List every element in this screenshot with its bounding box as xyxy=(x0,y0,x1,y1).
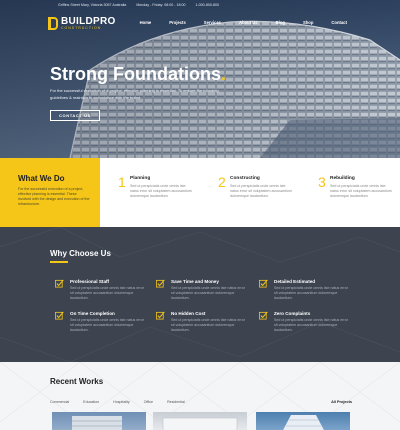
feature-text: Sed ut perspiciatis unde omnis iste natu… xyxy=(70,286,144,300)
brand-logo[interactable]: BUILDPRO CONSTRUCTION xyxy=(48,17,116,31)
contact-us-button[interactable]: CONTACT US xyxy=(50,110,100,121)
nav-projects[interactable]: Projects xyxy=(160,20,195,25)
hero-section: Griffins Street Mary, Victoria 3057 Aust… xyxy=(0,0,400,158)
project-thumbnail[interactable] xyxy=(256,412,350,430)
hero-description: For the successful execution of a projec… xyxy=(50,88,219,100)
feature-text: Sed ut perspiciatis unde omnis iste natu… xyxy=(274,318,348,332)
title-underline xyxy=(50,261,68,263)
why-choose-us-section: Why Choose Us Professional Staff Sed ut … xyxy=(0,227,400,362)
logo-icon xyxy=(48,17,58,31)
checkbox-icon xyxy=(55,279,64,288)
feature-text: Sed ut perspiciatis unde omnis iste natu… xyxy=(171,318,245,332)
hero-title-text: Strong Foundations xyxy=(50,64,221,84)
filter-office[interactable]: Office xyxy=(144,400,167,404)
project-image xyxy=(283,415,324,430)
filter-hospitality[interactable]: Hospitality xyxy=(113,400,144,404)
feature-text: Sed ut perspiciatis unde omnis iste natu… xyxy=(274,286,348,300)
recent-works-section: Recent Works Commercial Education Hospit… xyxy=(0,362,400,430)
what-we-do-title: What We Do xyxy=(18,174,65,183)
checkbox-icon xyxy=(156,311,165,320)
feature-title: Detailed Estimated xyxy=(274,279,316,284)
nav-about-us[interactable]: About Us xyxy=(230,20,267,25)
what-we-do-section: What We Do For the successful execution … xyxy=(0,158,400,227)
what-we-do-text: For the successful execution of a projec… xyxy=(18,187,90,206)
step-text: Sed ut perspiciatis unde omnis iste natu… xyxy=(130,184,192,198)
brand-tagline: CONSTRUCTION xyxy=(61,26,102,30)
feature-title: Zero Complaints xyxy=(274,311,311,316)
step-title: Rebuilding xyxy=(330,176,355,181)
checkbox-icon xyxy=(55,311,64,320)
step-title: Constructing xyxy=(230,176,260,181)
step-title: Planning xyxy=(130,176,151,181)
feature-title: No Hidden Cost xyxy=(171,311,206,316)
project-filters: Commercial Education Hospitality Office … xyxy=(50,400,199,404)
project-thumbnail[interactable] xyxy=(153,412,247,430)
project-thumbnail[interactable] xyxy=(52,412,146,430)
hours-text: Monday - Friday: 08:00 - 18:00 xyxy=(136,3,186,7)
step-text: Sed ut perspiciatis unde omnis iste natu… xyxy=(330,184,392,198)
project-image xyxy=(72,416,122,430)
step-number: 3 xyxy=(318,174,326,190)
nav-contact[interactable]: Contact xyxy=(322,20,356,25)
contact-bar: Griffins Street Mary, Victoria 3057 Aust… xyxy=(58,3,219,7)
why-choose-us-title: Why Choose Us xyxy=(50,249,111,258)
filter-education[interactable]: Education xyxy=(83,400,113,404)
recent-works-title: Recent Works xyxy=(50,377,104,386)
step-number: 1 xyxy=(118,174,126,190)
feature-title: Professional Staff xyxy=(70,279,110,284)
checkbox-icon xyxy=(156,279,165,288)
main-nav: Home Projects Services About Us Blog Sho… xyxy=(131,20,356,25)
nav-blog[interactable]: Blog xyxy=(267,20,294,25)
step-number: 2 xyxy=(218,174,226,190)
feature-title: On Time Completion xyxy=(70,311,115,316)
filter-commercial[interactable]: Commercial xyxy=(50,400,83,404)
hero-title: Strong Foundations. xyxy=(50,64,226,85)
nav-home[interactable]: Home xyxy=(131,20,161,25)
nav-services[interactable]: Services xyxy=(195,20,230,25)
filter-residential[interactable]: Residential xyxy=(167,400,199,404)
checkbox-icon xyxy=(259,279,268,288)
what-we-do-panel: What We Do For the successful execution … xyxy=(0,158,100,227)
phone-text[interactable]: 1-000-800-800 xyxy=(195,3,219,7)
nav-shop[interactable]: Shop xyxy=(294,20,322,25)
project-image xyxy=(162,417,238,430)
step-text: Sed ut perspiciatis unde omnis iste natu… xyxy=(230,184,292,198)
feature-title: Save Time and Money xyxy=(171,279,219,284)
address-text: Griffins Street Mary, Victoria 3057 Aust… xyxy=(58,3,127,7)
feature-text: Sed ut perspiciatis unde omnis iste natu… xyxy=(70,318,144,332)
all-projects-link[interactable]: All Projects xyxy=(331,400,352,404)
checkbox-icon xyxy=(259,311,268,320)
hero-title-dot: . xyxy=(220,64,226,84)
feature-text: Sed ut perspiciatis unde omnis iste natu… xyxy=(171,286,245,300)
